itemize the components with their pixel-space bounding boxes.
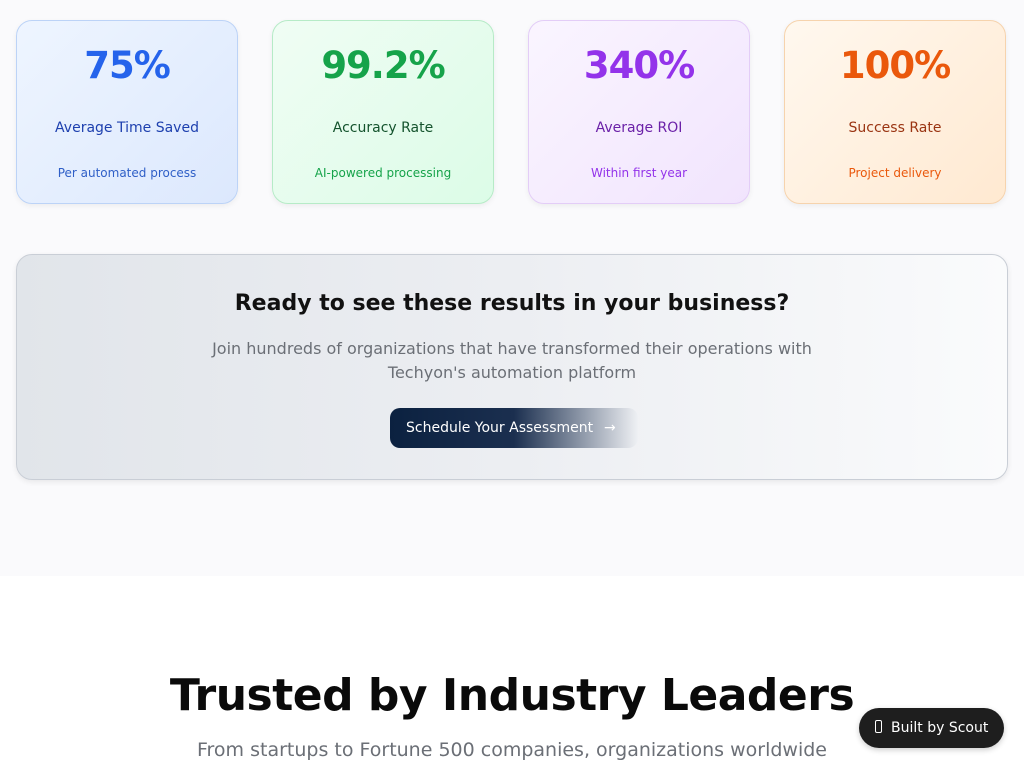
schedule-assessment-button[interactable]: Schedule Your Assessment → (390, 408, 638, 448)
stat-card-time-saved: 75% Average Time Saved Per automated pro… (16, 20, 238, 204)
stat-card-roi: 340% Average ROI Within first year (528, 20, 750, 204)
stat-value: 100% (839, 44, 951, 87)
stat-subtext: Per automated process (57, 166, 197, 180)
stat-card-success: 100% Success Rate Project delivery (784, 20, 1006, 204)
built-by-scout-label: Built by Scout (891, 720, 989, 736)
stat-value: 75% (84, 44, 171, 87)
schedule-assessment-label: Schedule Your Assessment (406, 420, 594, 436)
stat-card-accuracy: 99.2% Accuracy Rate AI-powered processin… (272, 20, 494, 204)
stats-section: 75% Average Time Saved Per automated pro… (0, 0, 1024, 576)
stat-subtext: Project delivery (848, 166, 942, 180)
cta-title: Ready to see these results in your busin… (234, 291, 790, 316)
stat-label: Success Rate (848, 120, 942, 136)
stat-label: Accuracy Rate (332, 120, 434, 136)
cta-description: Join hundreds of organizations that have… (212, 339, 812, 382)
stat-value: 340% (583, 44, 695, 87)
stat-subtext: AI-powered processing (314, 166, 452, 180)
cta-panel: Ready to see these results in your busin… (16, 254, 1008, 480)
device-icon (875, 720, 882, 733)
stat-label: Average Time Saved (55, 120, 199, 136)
stat-subtext: Within first year (590, 166, 688, 180)
stat-value: 99.2% (321, 44, 445, 87)
arrow-right-icon: → (604, 420, 616, 436)
stat-label: Average ROI (595, 120, 683, 136)
built-by-scout-badge[interactable]: Built by Scout (859, 708, 1004, 748)
